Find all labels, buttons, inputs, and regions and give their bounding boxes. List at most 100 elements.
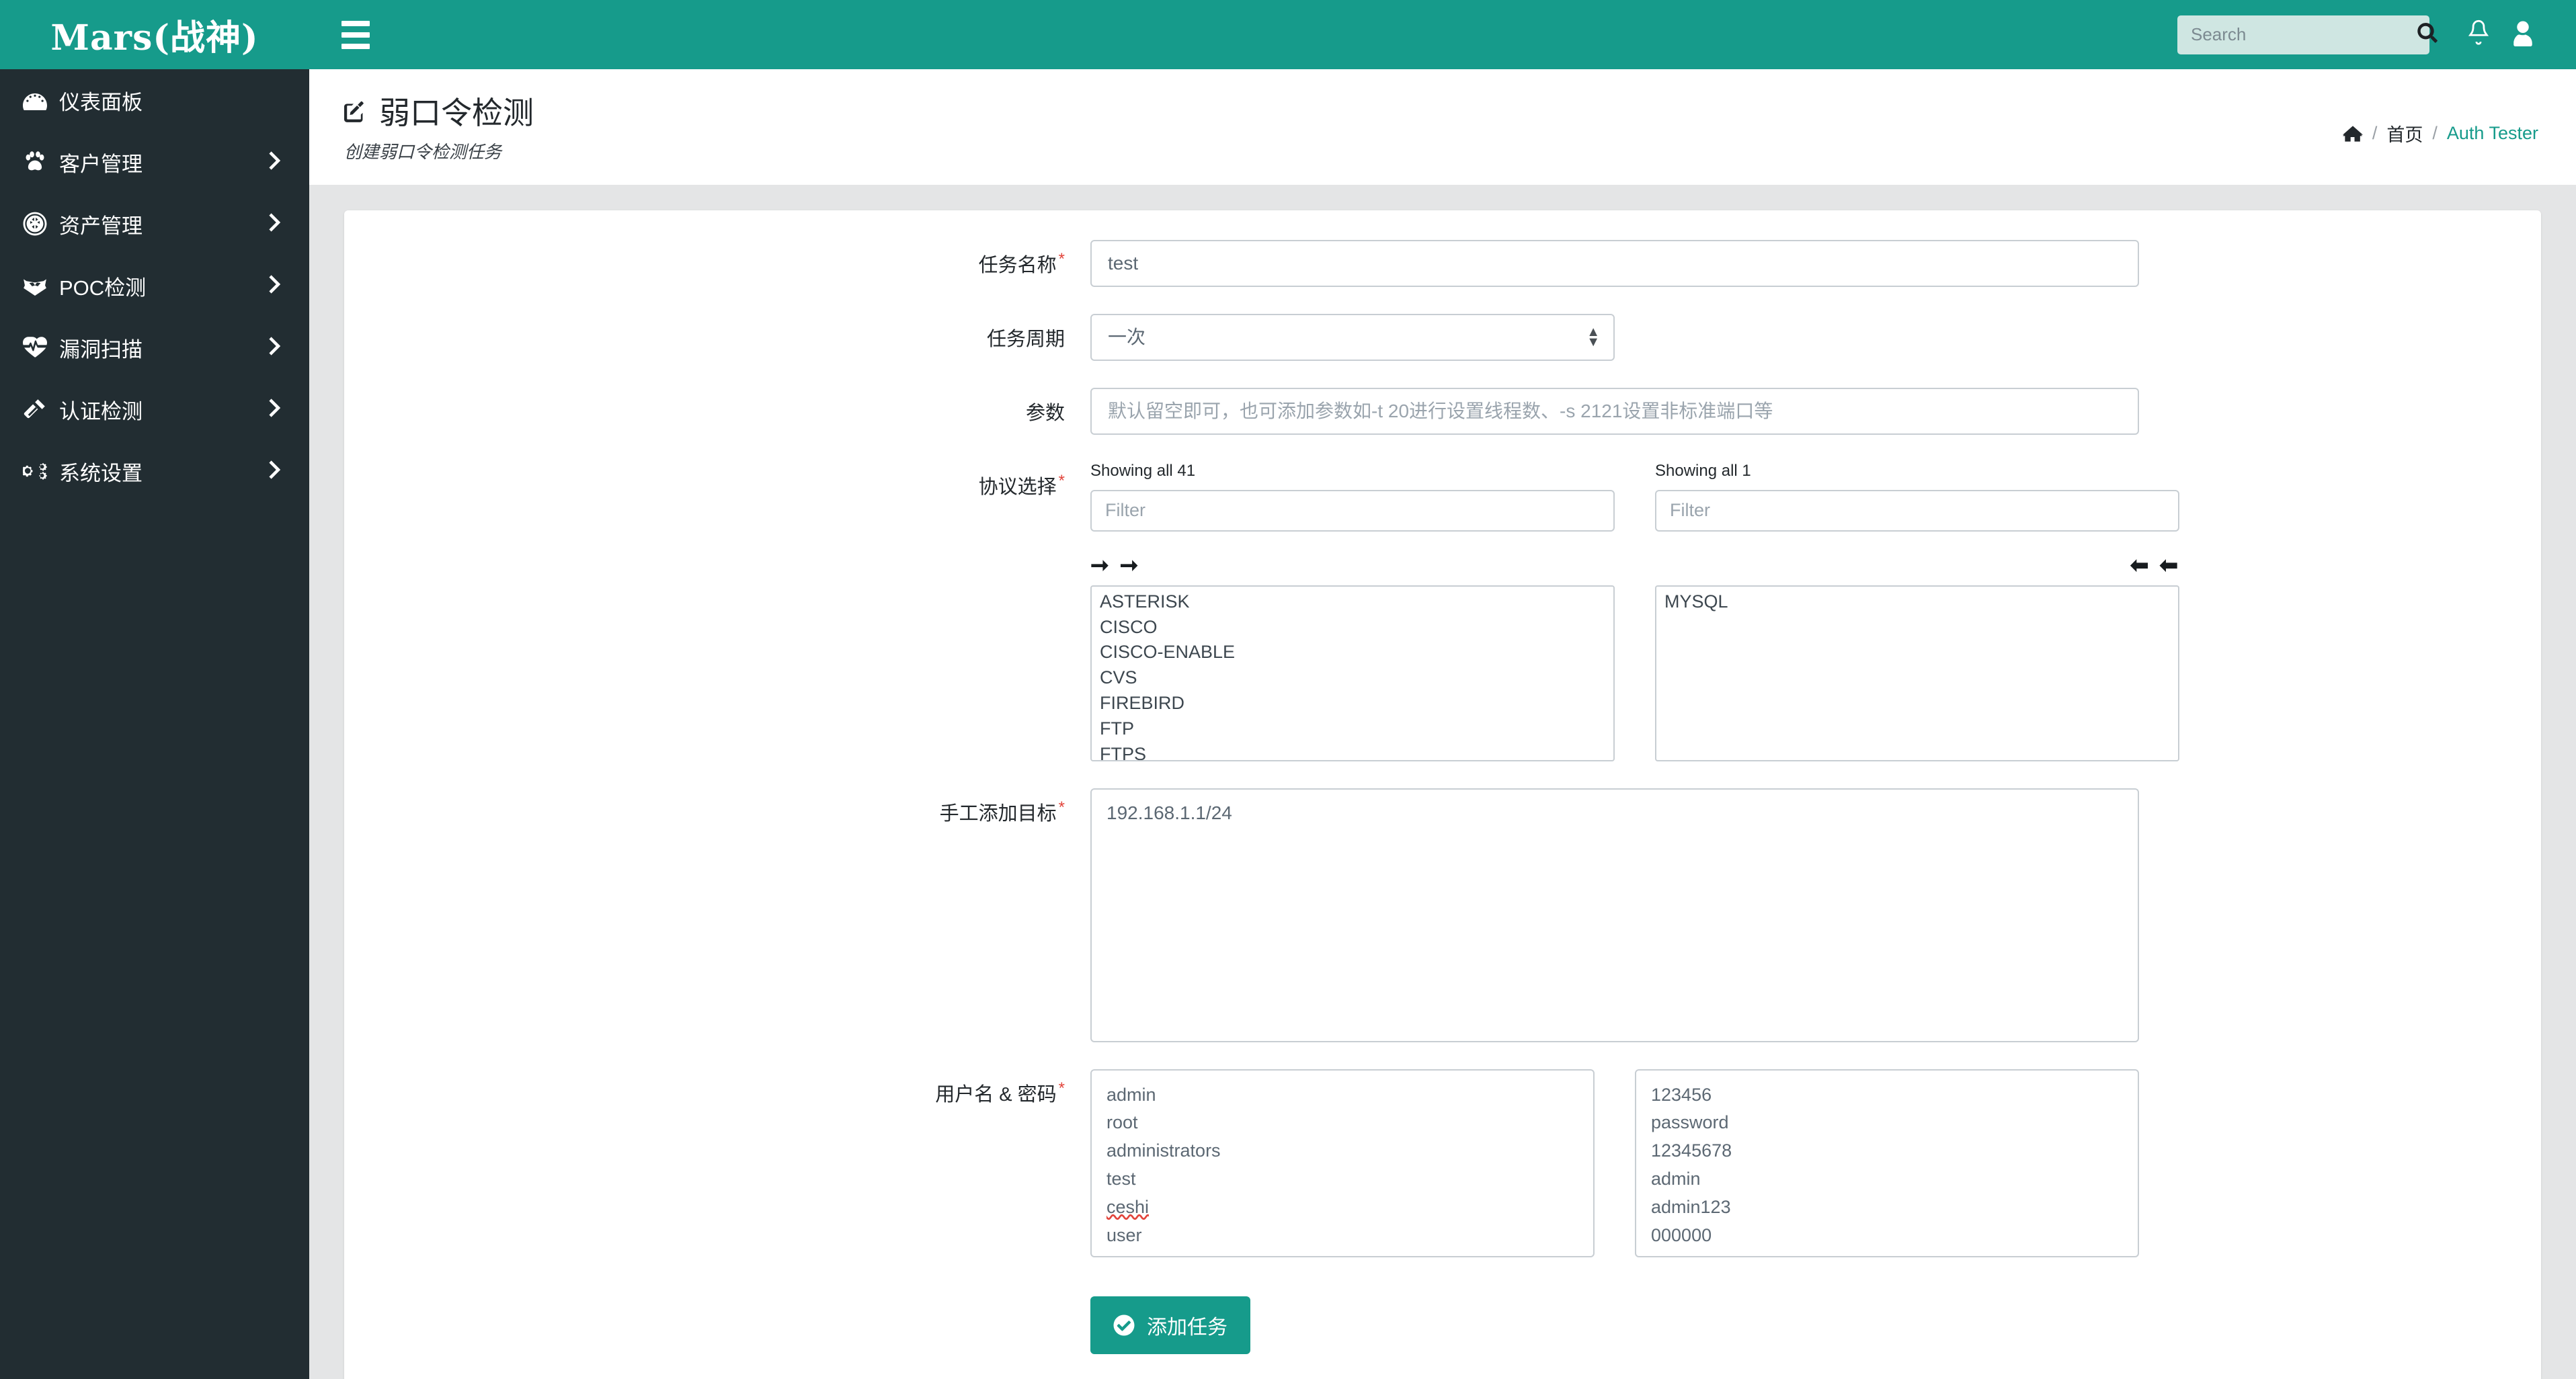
sidebar-item-customer-management[interactable]: 客户管理 <box>0 131 309 193</box>
required-marker: * <box>1059 472 1065 490</box>
username-line: ceshi <box>1106 1194 1578 1222</box>
hamburger-menu-icon[interactable] <box>336 15 376 55</box>
sidebar-item-auth-detection[interactable]: 认证检测 <box>0 378 309 440</box>
paw-icon <box>23 150 59 174</box>
required-marker: * <box>1059 1079 1065 1097</box>
page-title: 弱口令检测 <box>344 96 2343 130</box>
sidebar-item-label: 仪表面板 <box>59 85 143 116</box>
hamburger-bar <box>341 44 370 49</box>
list-item[interactable]: CISCO-ENABLE <box>1092 640 1613 665</box>
brand-title[interactable]: Mars(战神) <box>0 0 309 69</box>
top-navbar <box>309 0 2576 69</box>
label-credentials: 用户名 & 密码* <box>344 1069 1090 1107</box>
list-item[interactable]: CVS <box>1092 665 1613 691</box>
chevron-right-icon <box>268 274 281 297</box>
sidebar-item-system-settings[interactable]: 系统设置 <box>0 440 309 502</box>
dual-list-selector: Showing all 41 ➞ ➞ ASTERISK CISCO CISCO-… <box>1090 462 2503 761</box>
password-line: admin123 <box>1651 1194 2123 1222</box>
chevron-right-icon <box>268 460 281 483</box>
username-line: user <box>1106 1222 1578 1250</box>
label-text: 参数 <box>1026 403 1065 424</box>
label-task-name: 任务名称* <box>344 240 1090 278</box>
username-line: root <box>1106 1109 1578 1137</box>
sidebar-item-vulnerability-scan[interactable]: 漏洞扫描 <box>0 317 309 378</box>
password-line: password <box>1651 1109 2123 1137</box>
protocol-available-filter-input[interactable] <box>1090 490 1615 532</box>
submit-row: 添加任务 <box>344 1284 2541 1379</box>
sidebar-item-poc-detection[interactable]: POC检测 <box>0 255 309 317</box>
form-row-protocol: 协议选择* Showing all 41 ➞ ➞ <box>344 462 2541 761</box>
label-text: 手工添加目标 <box>940 803 1057 825</box>
cogs-icon <box>23 459 59 483</box>
fox-icon <box>23 274 59 298</box>
sidebar-item-asset-management[interactable]: 资产管理 <box>0 193 309 255</box>
sidebar: Mars(战神) 仪表面板 客户管理 资产管理 <box>0 0 309 1379</box>
list-item[interactable]: FTP <box>1092 716 1613 742</box>
username-line: test <box>1106 1165 1578 1194</box>
add-task-button[interactable]: 添加任务 <box>1090 1296 1250 1354</box>
gavel-icon <box>23 397 59 421</box>
form-row-task-period: 任务周期 一次 ▲ ▼ <box>344 314 2541 361</box>
protocol-selected-column: Showing all 1 ⬅ ⬅ MYSQL <box>1655 462 2179 761</box>
username-line: administrators <box>1106 1137 1578 1165</box>
home-icon[interactable] <box>2343 124 2363 144</box>
page-subtitle: 创建弱口令检测任务 <box>344 138 2343 163</box>
manual-target-textarea[interactable]: 192.168.1.1/24 <box>1090 788 2139 1042</box>
page-title-wrap: 弱口令检测 创建弱口令检测任务 <box>344 96 2343 163</box>
form-row-params: 参数 <box>344 388 2541 435</box>
move-all-right-icon[interactable]: ➞ <box>1120 554 1139 576</box>
check-circle-icon <box>1113 1314 1135 1336</box>
sidebar-nav: 仪表面板 客户管理 资产管理 POC检测 <box>0 69 309 502</box>
move-all-left-icon[interactable]: ⬅ <box>2130 554 2149 576</box>
heartbeat-icon <box>23 335 59 360</box>
password-line: 000000 <box>1651 1222 2123 1250</box>
usernames-textarea[interactable]: adminrootadministratorstestceshiuser <box>1090 1069 1595 1257</box>
list-item[interactable]: MYSQL <box>1656 589 2178 615</box>
form-row-credentials: 用户名 & 密码* adminrootadministratorstestces… <box>344 1069 2541 1257</box>
form-row-task-name: 任务名称* <box>344 240 2541 287</box>
password-line: 123456 <box>1651 1081 2123 1110</box>
search-box[interactable] <box>2177 15 2429 54</box>
search-input[interactable] <box>2189 24 2417 46</box>
breadcrumb-separator: / <box>2432 123 2438 144</box>
breadcrumb-item-current[interactable]: Auth Tester <box>2447 123 2538 144</box>
sidebar-item-dashboard[interactable]: 仪表面板 <box>0 69 309 131</box>
user-icon <box>2511 19 2535 50</box>
move-right-icon[interactable]: ➞ <box>1090 554 1109 576</box>
protocol-move-left-controls: ⬅ ⬅ <box>1655 532 2179 585</box>
hamburger-bar <box>341 21 370 26</box>
protocol-available-list[interactable]: ASTERISK CISCO CISCO-ENABLE CVS FIREBIRD… <box>1090 585 1615 761</box>
label-protocol: 协议选择* <box>344 462 1090 499</box>
edit-icon <box>344 96 370 130</box>
params-input[interactable] <box>1090 388 2139 435</box>
list-item[interactable]: ASTERISK <box>1092 589 1613 615</box>
passwords-textarea[interactable]: 123456password12345678adminadmin12300000… <box>1635 1069 2139 1257</box>
task-name-input[interactable] <box>1090 240 2139 287</box>
list-item[interactable]: FTPS <box>1092 742 1613 761</box>
task-period-select-wrap: 一次 ▲ ▼ <box>1090 314 1615 361</box>
chevron-right-icon <box>268 398 281 421</box>
move-left-icon[interactable]: ⬅ <box>2159 554 2178 576</box>
form-card: 任务名称* 任务周期 一次 ▲ <box>344 210 2541 1379</box>
task-period-select[interactable]: 一次 <box>1090 314 1615 361</box>
field-task-period: 一次 ▲ ▼ <box>1090 314 2503 361</box>
field-protocol: Showing all 41 ➞ ➞ ASTERISK CISCO CISCO-… <box>1090 462 2503 761</box>
label-params: 参数 <box>344 388 1090 425</box>
form-row-manual-target: 手工添加目标* 192.168.1.1/24 <box>344 788 2541 1042</box>
label-text: 任务名称 <box>979 255 1057 276</box>
breadcrumb-item-home[interactable]: 首页 <box>2386 120 2423 147</box>
breadcrumb: / 首页 / Auth Tester <box>2343 120 2538 147</box>
list-item[interactable]: CISCO <box>1092 615 1613 640</box>
label-text: 协议选择 <box>979 476 1057 498</box>
password-line: admin <box>1651 1165 2123 1194</box>
protocol-selected-filter-input[interactable] <box>1655 490 2179 532</box>
notifications-button[interactable] <box>2456 13 2501 57</box>
chevron-right-icon <box>268 151 281 173</box>
required-marker: * <box>1059 250 1065 268</box>
sidebar-item-label: 认证检测 <box>59 394 143 425</box>
search-icon[interactable] <box>2417 23 2438 46</box>
username-line: admin <box>1106 1081 1578 1110</box>
account-button[interactable] <box>2501 13 2545 57</box>
list-item[interactable]: FIREBIRD <box>1092 691 1613 716</box>
protocol-selected-list[interactable]: MYSQL <box>1655 585 2179 761</box>
